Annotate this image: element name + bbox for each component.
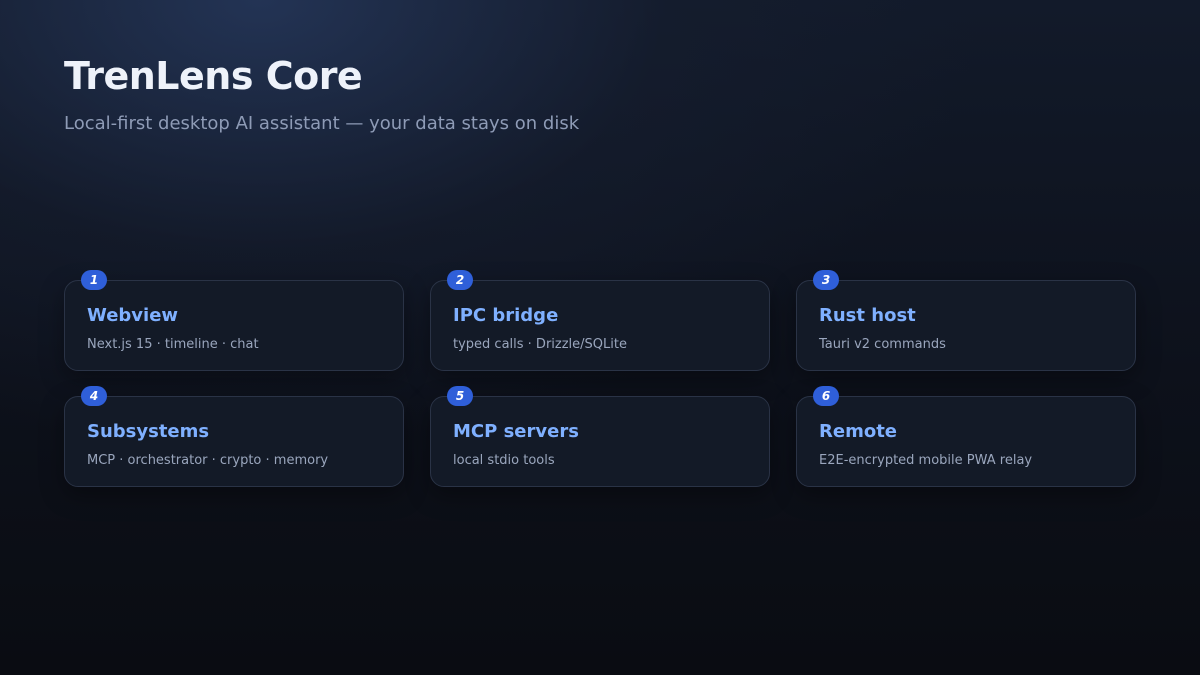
card-description: typed calls · Drizzle/SQLite bbox=[453, 337, 627, 352]
step-badge: 4 bbox=[81, 386, 107, 406]
step-badge: 2 bbox=[447, 270, 473, 290]
card-rust-host: 3 Rust host Tauri v2 commands bbox=[796, 270, 1136, 371]
step-badge: 5 bbox=[447, 386, 473, 406]
card-description: Next.js 15 · timeline · chat bbox=[87, 337, 259, 352]
step-badge: 3 bbox=[813, 270, 839, 290]
card-title: Rust host bbox=[819, 305, 916, 326]
card-mcp-servers: 5 MCP servers local stdio tools bbox=[430, 386, 770, 487]
page-title: TrenLens Core bbox=[64, 54, 363, 98]
card-title: IPC bridge bbox=[453, 305, 559, 326]
card-subsystems: 4 Subsystems MCP · orchestrator · crypto… bbox=[64, 386, 404, 487]
card-description: local stdio tools bbox=[453, 453, 555, 468]
card-description: MCP · orchestrator · crypto · memory bbox=[87, 453, 329, 468]
step-badge: 1 bbox=[81, 270, 107, 290]
card-webview: 1 Webview Next.js 15 · timeline · chat bbox=[64, 270, 404, 371]
card-title: Remote bbox=[819, 421, 898, 442]
card-title: Webview bbox=[87, 305, 179, 326]
card-title: MCP servers bbox=[453, 421, 579, 442]
step-badge: 6 bbox=[813, 386, 839, 406]
card-remote: 6 Remote E2E-encrypted mobile PWA relay bbox=[796, 386, 1136, 487]
card-description: Tauri v2 commands bbox=[819, 337, 946, 352]
architecture-card-grid: 1 Webview Next.js 15 · timeline · chat 2… bbox=[64, 270, 1136, 487]
page-subtitle: Local-first desktop AI assistant — your … bbox=[64, 113, 580, 134]
card-description: E2E-encrypted mobile PWA relay bbox=[819, 453, 1033, 468]
card-ipc-bridge: 2 IPC bridge typed calls · Drizzle/SQLit… bbox=[430, 270, 770, 371]
card-title: Subsystems bbox=[87, 421, 210, 442]
page-header: TrenLens Core Local-first desktop AI ass… bbox=[64, 52, 1136, 136]
